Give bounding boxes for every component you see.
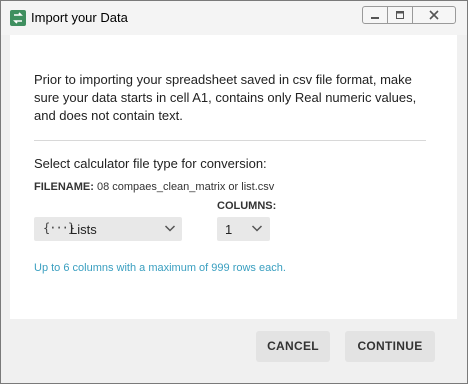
close-icon bbox=[429, 10, 439, 20]
import-dialog-window: Import your Data Prior to importing your… bbox=[0, 0, 468, 384]
columns-label: COLUMNS: bbox=[217, 200, 277, 212]
file-type-dropdown[interactable]: {···} Lists bbox=[34, 217, 182, 241]
select-file-type-label: Select calculator file type for conversi… bbox=[34, 156, 267, 171]
chevron-down-icon bbox=[251, 225, 263, 232]
continue-button[interactable]: CONTINUE bbox=[345, 331, 435, 362]
maximize-button[interactable] bbox=[387, 6, 413, 24]
window-title: Import your Data bbox=[31, 10, 128, 25]
title-bar[interactable]: Import your Data bbox=[1, 1, 467, 35]
filename-label: FILENAME: bbox=[34, 181, 94, 193]
columns-selected: 1 bbox=[225, 222, 233, 237]
columns-dropdown[interactable]: 1 bbox=[217, 217, 270, 241]
filename-value: 08 compaes_clean_matrix or list.csv bbox=[96, 181, 275, 193]
filename-row: FILENAME: 08 compaes_clean_matrix or lis… bbox=[34, 181, 274, 193]
columns-limit-note: Up to 6 columns with a maximum of 999 ro… bbox=[34, 262, 286, 274]
maximize-icon bbox=[396, 11, 404, 19]
minimize-button[interactable] bbox=[362, 6, 388, 24]
close-button[interactable] bbox=[412, 6, 456, 24]
intro-text: Prior to importing your spreadsheet save… bbox=[34, 72, 417, 123]
divider bbox=[34, 140, 426, 141]
file-type-selected: Lists bbox=[70, 222, 97, 237]
chevron-down-icon bbox=[164, 225, 176, 232]
dialog-content: Prior to importing your spreadsheet save… bbox=[10, 35, 457, 319]
cancel-button[interactable]: CANCEL bbox=[256, 331, 330, 362]
minimize-icon bbox=[371, 17, 379, 19]
app-icon bbox=[10, 10, 26, 26]
